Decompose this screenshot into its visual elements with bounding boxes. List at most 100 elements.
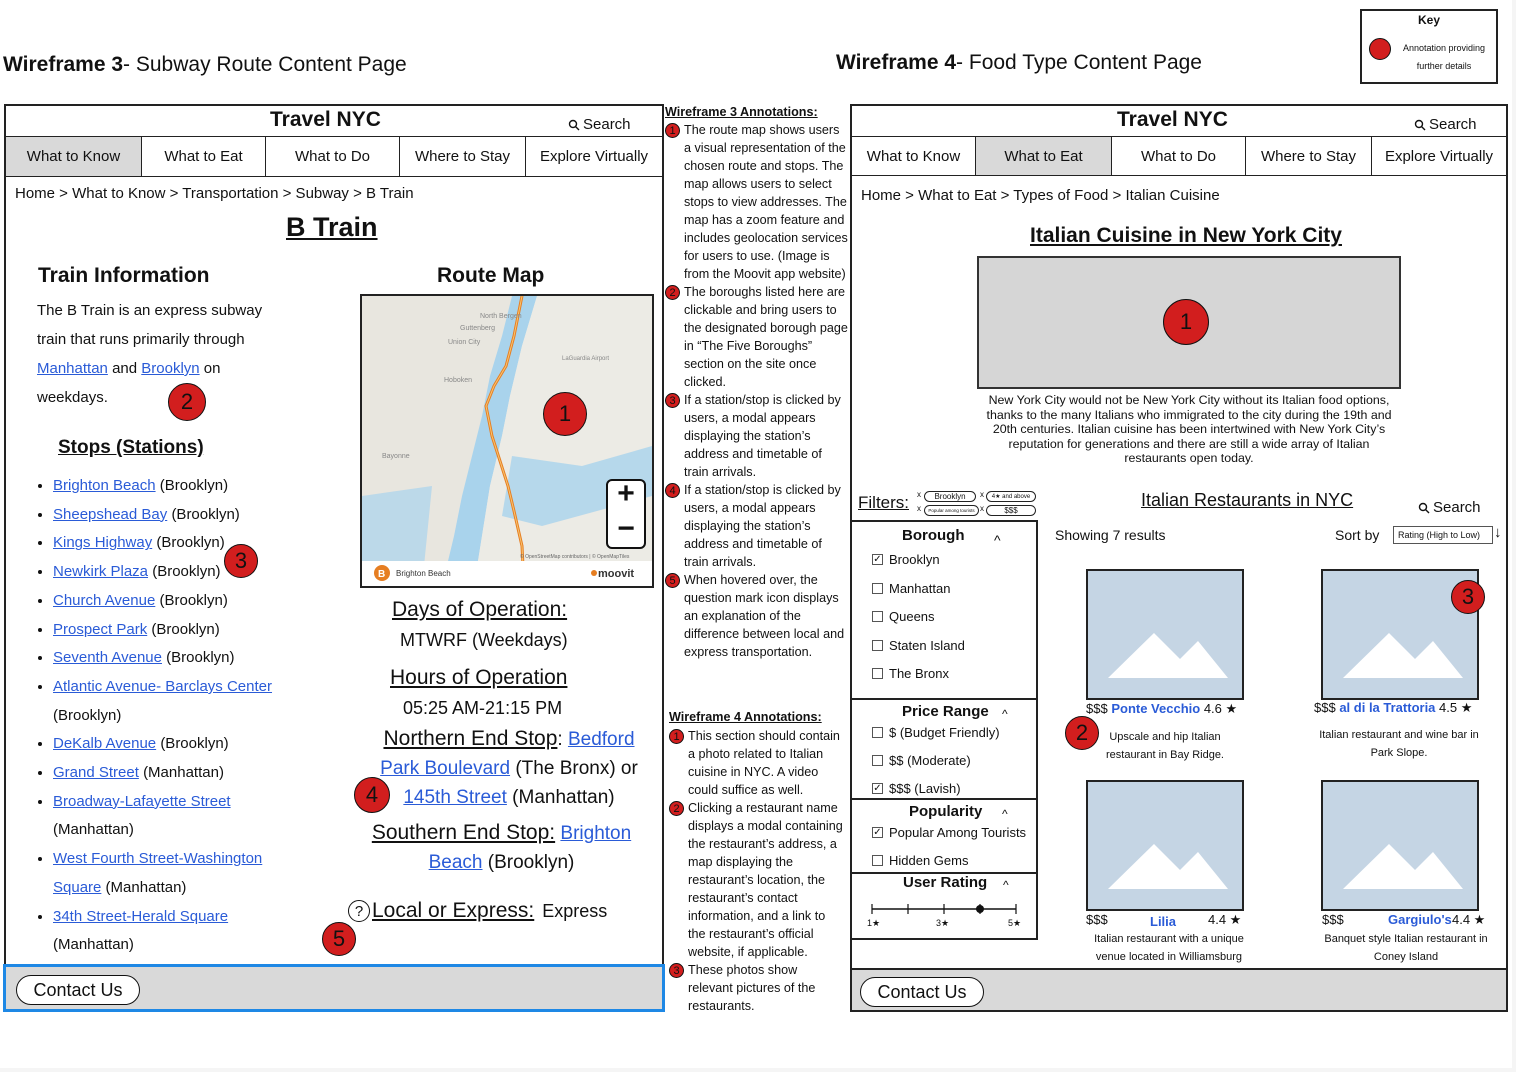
- wf4-annotations-list: 1 This section should contain a photo rel…: [669, 727, 845, 1015]
- zoom-in-button[interactable]: +: [608, 477, 644, 511]
- filters-label: Filters:: [858, 493, 909, 512]
- collapse-icon[interactable]: ^: [1003, 878, 1009, 892]
- restaurant-image[interactable]: [1086, 780, 1244, 911]
- checkbox-price-1[interactable]: $ (Budget Friendly): [872, 725, 1000, 740]
- key-annotation-icon: [1369, 38, 1391, 60]
- arrow-down-icon[interactable]: ↓: [1494, 524, 1502, 541]
- restaurant-title-row: $$$ Ponte Vecchio 4.6 ★: [1086, 701, 1238, 716]
- svg-text:© OpenStreetMap contributors |: © OpenStreetMap contributors | © OpenMap…: [520, 553, 630, 560]
- svg-text:Brighton Beach: Brighton Beach: [396, 569, 451, 578]
- list-item: 34th Street-Herald Square (Manhattan): [53, 903, 268, 960]
- manhattan-link[interactable]: Manhattan: [37, 360, 108, 377]
- tab-what-to-know[interactable]: What to Know: [6, 137, 142, 176]
- search-label: Search: [1433, 499, 1481, 516]
- annotation-item: 3 If a station/stop is clicked by users, …: [665, 391, 849, 481]
- annotation-badge-1: 1: [1163, 299, 1209, 345]
- remove-filter-icon[interactable]: x: [980, 504, 984, 513]
- stops-heading: Stops (Stations): [58, 437, 204, 458]
- restaurant-description: Upscale and hip Italian restaurant in Ba…: [1105, 731, 1224, 761]
- key-title: Key: [1417, 13, 1440, 27]
- train-info-text: The B Train is an express subway train t…: [37, 302, 263, 406]
- restaurant-name-link[interactable]: Gargiulo's: [1388, 912, 1452, 927]
- checkbox-staten-island[interactable]: Staten Island: [872, 638, 965, 653]
- restaurant-image[interactable]: [1321, 780, 1479, 911]
- site-title: Travel NYC: [1117, 108, 1228, 131]
- filter-pill-brooklyn[interactable]: Brooklyn: [924, 491, 976, 502]
- zoom-control: + −: [606, 477, 646, 549]
- annotation-badge-4: 4: [354, 777, 390, 813]
- breadcrumb[interactable]: Home > What to Know > Transportation > S…: [15, 185, 414, 202]
- zoom-out-button[interactable]: −: [608, 512, 644, 546]
- remove-filter-icon[interactable]: x: [917, 504, 921, 513]
- page-title: B Train: [286, 212, 378, 242]
- wf3-annotations-heading: Wireframe 3 Annotations:: [665, 105, 818, 119]
- checkbox-queens[interactable]: Queens: [872, 609, 965, 624]
- results-search-link[interactable]: Search: [1418, 499, 1481, 516]
- restaurant-name-link[interactable]: Lilia: [1150, 914, 1176, 929]
- image-placeholder-icon: [1108, 633, 1228, 678]
- filter-pill-rating[interactable]: 4★ and above: [986, 491, 1036, 502]
- filter-pill-price[interactable]: $$$: [986, 505, 1036, 516]
- slider-thumb[interactable]: [976, 905, 984, 913]
- contact-us-button[interactable]: Contact Us: [860, 977, 984, 1007]
- breadcrumb[interactable]: Home > What to Eat > Types of Food > Ita…: [861, 187, 1220, 204]
- results-heading: Italian Restaurants in NYC: [1141, 490, 1354, 510]
- 145th-street-link[interactable]: 145th Street: [403, 787, 507, 808]
- local-express-row: ? Local or Express: Express: [348, 899, 607, 923]
- contact-us-button[interactable]: Contact Us: [16, 975, 140, 1005]
- restaurant-title-row: $$$ Gargiulo's 4.4 ★: [1322, 912, 1486, 927]
- checkbox-brooklyn[interactable]: ✓ Brooklyn: [872, 552, 965, 567]
- restaurant-name-link[interactable]: Ponte Vecchio: [1111, 701, 1200, 716]
- days-heading: Days of Operation:: [392, 598, 568, 621]
- stops-list: Brighton Beach (Brooklyn) Sheepshead Bay…: [37, 472, 297, 960]
- popularity-heading: Popularity: [909, 803, 983, 820]
- tab-what-to-eat[interactable]: What to Eat: [142, 137, 266, 176]
- checkbox-popular[interactable]: ✓ Popular Among Tourists: [872, 825, 1026, 840]
- search-link[interactable]: Search: [568, 116, 631, 133]
- tab-what-to-do[interactable]: What to Do: [266, 137, 400, 176]
- list-item: Atlantic Avenue- Barclays Center (Brookl…: [53, 673, 293, 730]
- canvas: Wireframe 3- Subway Route Content Page W…: [0, 0, 1512, 1068]
- intro-text: New York City would not be New York City…: [986, 393, 1392, 465]
- hours-value: 05:25 AM-21:15 PM: [403, 698, 563, 718]
- tab-explore-virtually[interactable]: Explore Virtually: [526, 137, 662, 176]
- svg-text:Guttenberg: Guttenberg: [460, 325, 495, 332]
- list-item: DeKalb Avenue (Brooklyn): [53, 730, 297, 759]
- nav-tabs: What to Know What to Eat What to Do Wher…: [6, 136, 662, 177]
- collapse-icon[interactable]: ^: [1002, 807, 1008, 821]
- question-mark-icon[interactable]: ?: [348, 900, 370, 922]
- sort-select[interactable]: Rating (High to Low): [1393, 526, 1493, 544]
- annotation-item: 2 The boroughs listed here are clickable …: [665, 283, 849, 391]
- wf3-annotations-list: 1 The route map shows users a visual repr…: [665, 121, 849, 661]
- search-icon: [1414, 119, 1426, 130]
- wireframe-4-title: Wireframe 4- Food Type Content Page: [836, 51, 1202, 74]
- nav-tabs: What to Know What to Eat What to Do Wher…: [852, 136, 1506, 176]
- collapse-icon[interactable]: ^: [1002, 707, 1008, 721]
- svg-text:North Bergen: North Bergen: [480, 313, 522, 320]
- tab-what-to-eat[interactable]: What to Eat: [976, 137, 1112, 175]
- checkbox-manhattan[interactable]: Manhattan: [872, 581, 965, 596]
- route-map[interactable]: North Bergen Guttenberg Union City LaGua…: [360, 294, 654, 588]
- tab-where-to-stay[interactable]: Where to Stay: [400, 137, 526, 176]
- rating-filter: User Rating ^ 1★ 3★ 5★: [852, 874, 1038, 940]
- checkbox-price-3[interactable]: ✓ $$$ (Lavish): [872, 781, 1000, 796]
- local-express-label: Local or Express:: [372, 899, 535, 922]
- restaurant-name-link[interactable]: al di la Trattoria: [1339, 700, 1435, 715]
- annotation-badge-3: 3: [1451, 580, 1485, 614]
- search-link[interactable]: Search: [1414, 116, 1477, 133]
- remove-filter-icon[interactable]: x: [980, 490, 984, 499]
- filter-pill-popular[interactable]: Popular among tourists: [924, 505, 979, 516]
- wireframe-3-title: Wireframe 3- Subway Route Content Page: [3, 53, 407, 76]
- checkbox-hidden-gems[interactable]: Hidden Gems: [872, 853, 1026, 868]
- tab-what-to-know[interactable]: What to Know: [852, 137, 976, 175]
- checkbox-price-2[interactable]: $$ (Moderate): [872, 753, 1000, 768]
- brooklyn-link[interactable]: Brooklyn: [141, 360, 199, 377]
- tab-explore-virtually[interactable]: Explore Virtually: [1372, 137, 1506, 175]
- tab-where-to-stay[interactable]: Where to Stay: [1246, 137, 1372, 175]
- remove-filter-icon[interactable]: x: [917, 490, 921, 499]
- collapse-icon[interactable]: ^: [994, 532, 1001, 548]
- restaurant-image[interactable]: [1086, 569, 1244, 700]
- checkbox-the-bronx[interactable]: The Bronx: [872, 666, 965, 681]
- tab-what-to-do[interactable]: What to Do: [1112, 137, 1246, 175]
- rating-slider[interactable]: [870, 902, 1020, 916]
